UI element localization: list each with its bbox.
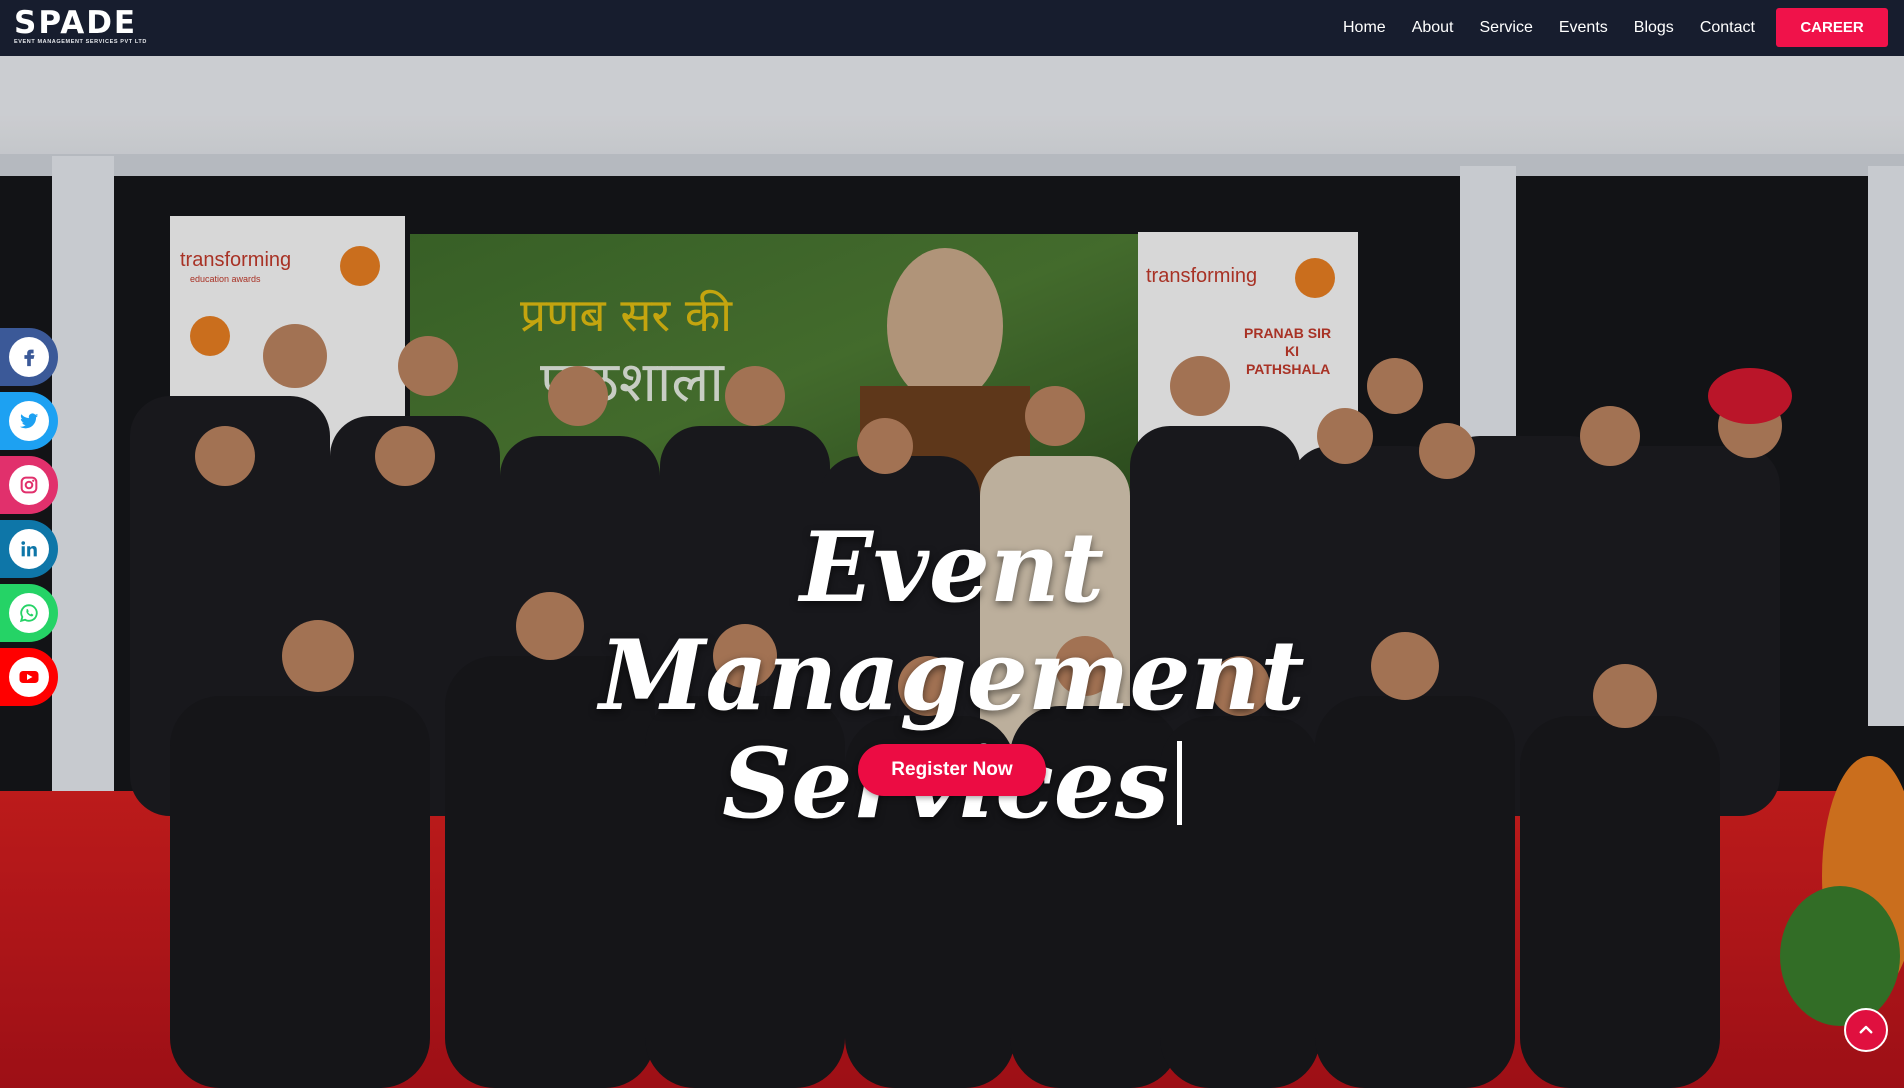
instagram-link[interactable] (0, 456, 58, 514)
main-nav: Home About Service Events Blogs Contact (1343, 0, 1781, 56)
whatsapp-icon (9, 593, 49, 633)
brand-tagline: EVENT MANAGEMENT SERVICES PVT LTD (14, 39, 147, 45)
whatsapp-link[interactable] (0, 584, 58, 642)
nav-events-link[interactable]: Events (1559, 19, 1608, 37)
linkedin-link[interactable] (0, 520, 58, 578)
register-now-button[interactable]: Register Now (858, 744, 1046, 796)
facebook-link[interactable] (0, 328, 58, 386)
career-button[interactable]: CAREER (1776, 8, 1888, 47)
hero-section: transforming education awards transformi… (0, 56, 1904, 1088)
nav-about-link[interactable]: About (1412, 19, 1454, 37)
nav-home-link[interactable]: Home (1343, 19, 1386, 37)
back-to-top-button[interactable] (1844, 1008, 1888, 1052)
instagram-icon (9, 465, 49, 505)
youtube-link[interactable] (0, 648, 58, 706)
nav-blogs-link[interactable]: Blogs (1634, 19, 1674, 37)
hero-title-line1: Event Management (599, 511, 1305, 732)
typing-cursor (1176, 741, 1182, 825)
twitter-icon (9, 401, 49, 441)
nav-service-link[interactable]: Service (1480, 19, 1533, 37)
twitter-link[interactable] (0, 392, 58, 450)
brand-logo[interactable]: SPADE EVENT MANAGEMENT SERVICES PVT LTD (14, 8, 170, 46)
nav-contact-link[interactable]: Contact (1700, 19, 1755, 37)
chevron-up-icon (1859, 1025, 1873, 1034)
top-navbar: SPADE EVENT MANAGEMENT SERVICES PVT LTD … (0, 0, 1904, 56)
linkedin-icon (9, 529, 49, 569)
brand-name: SPADE (14, 5, 138, 41)
youtube-icon (9, 657, 49, 697)
facebook-icon (9, 337, 49, 377)
